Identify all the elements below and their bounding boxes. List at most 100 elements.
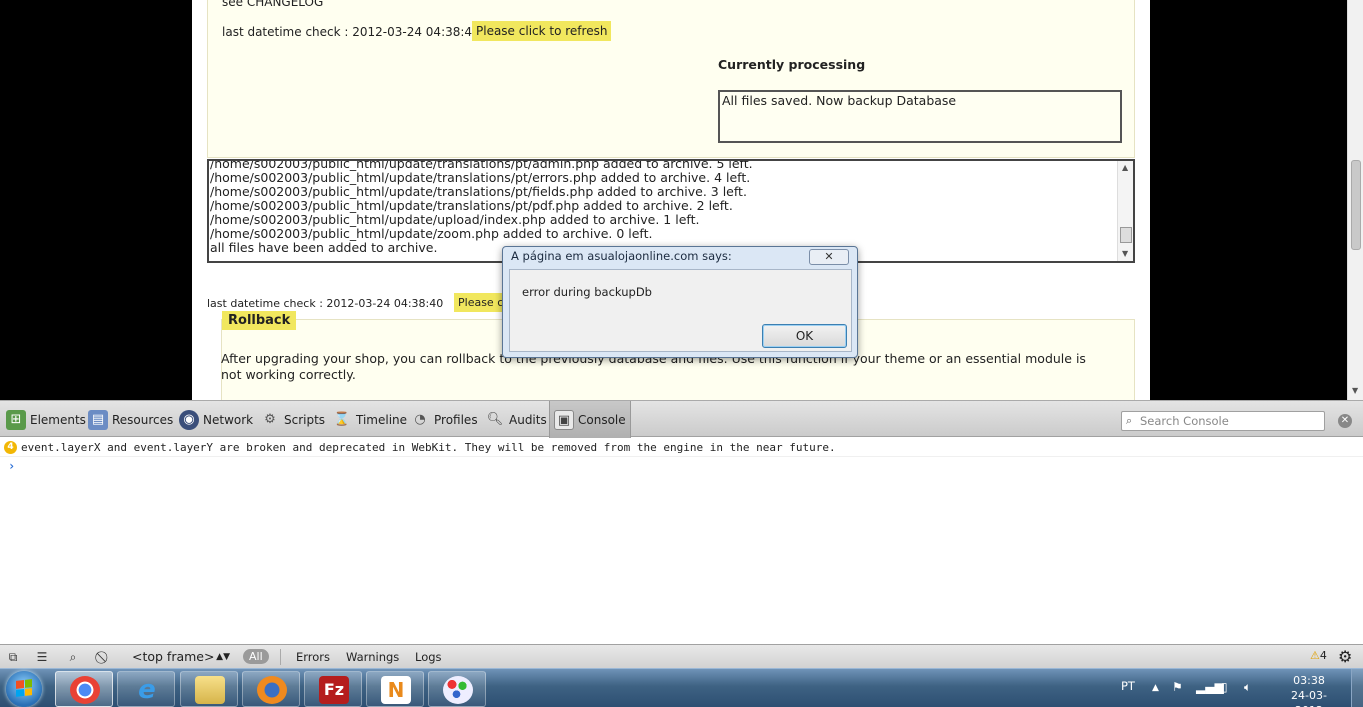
refresh-button[interactable]: Please click to refresh bbox=[472, 21, 612, 41]
dock-toggle-icon[interactable]: ⧉ bbox=[2, 648, 24, 666]
log-line: /home/s002003/public_html/update/transla… bbox=[210, 198, 733, 213]
chrome-icon bbox=[70, 676, 100, 704]
log-lines: /home/s002003/public_html/update/transla… bbox=[210, 161, 753, 255]
frame-selector[interactable]: <top frame> ▲▼ bbox=[124, 648, 234, 666]
clear-console-icon[interactable]: ⃠ bbox=[93, 648, 115, 666]
profiles-icon: ◔ bbox=[414, 411, 426, 427]
log-line: /home/s002003/public_html/update/transla… bbox=[210, 184, 747, 199]
taskbar-filezilla[interactable]: Fz bbox=[304, 671, 362, 707]
warnings-indicator[interactable]: ⚠4 bbox=[1310, 649, 1327, 662]
chevron-updown-icon: ▲▼ bbox=[216, 652, 230, 662]
scroll-down-arrow-icon[interactable]: ▼ bbox=[1352, 386, 1358, 395]
scroll-down-arrow-icon[interactable]: ▼ bbox=[1122, 249, 1128, 258]
tab-profiles[interactable]: ◔ Profiles bbox=[406, 401, 482, 438]
page-scroll-thumb[interactable] bbox=[1351, 160, 1361, 250]
inspect-search-icon[interactable]: ⌕ bbox=[62, 648, 84, 666]
filezilla-icon: Fz bbox=[319, 676, 349, 704]
processing-title: Currently processing bbox=[718, 57, 866, 72]
taskbar-notepad-plus[interactable]: N bbox=[366, 671, 424, 707]
dialog-close-button[interactable]: ✕ bbox=[809, 249, 849, 265]
console-message-row: 4 event.layerX and event.layerY are brok… bbox=[0, 440, 1363, 457]
clock[interactable]: 03:38 24-03-2012 bbox=[1278, 673, 1340, 707]
show-desktop-button[interactable] bbox=[1351, 669, 1363, 707]
flag-icon[interactable]: ⚑ bbox=[1172, 680, 1183, 694]
dialog-title: A página em asualojaonline.com says: bbox=[511, 249, 732, 263]
console-icon: ▣ bbox=[554, 409, 574, 430]
folder-icon bbox=[195, 676, 225, 704]
language-indicator[interactable]: PT bbox=[1121, 679, 1135, 693]
warning-count-badge: 4 bbox=[4, 441, 17, 454]
timeline-icon: ⌛ bbox=[333, 411, 351, 427]
clock-date: 24-03-2012 bbox=[1291, 689, 1327, 707]
devtools-status-bar: ⧉ ☰ ⌕ ⃠ <top frame> ▲▼ All Errors Warnin… bbox=[0, 644, 1363, 668]
filter-logs[interactable]: Logs bbox=[415, 648, 442, 666]
devtools-panel: ⊞ Elements ▤ Resources ◉ Network ⚙ Scrip… bbox=[0, 400, 1363, 668]
log-line: /home/s002003/public_html/update/transla… bbox=[210, 170, 751, 185]
alert-dialog: A página em asualojaonline.com says: ✕ e… bbox=[502, 246, 858, 358]
notepad-plus-icon: N bbox=[381, 676, 411, 704]
dialog-message: error during backupDb bbox=[522, 285, 652, 299]
tab-label: Timeline bbox=[356, 412, 408, 427]
console-message: event.layerX and event.layerY are broken… bbox=[21, 441, 836, 454]
taskbar-paint[interactable] bbox=[428, 671, 486, 707]
tab-label: Profiles bbox=[434, 412, 478, 427]
tab-scripts[interactable]: ⚙ Scripts bbox=[256, 401, 329, 438]
see-changelog-text: see CHANGELOG bbox=[222, 0, 324, 9]
volume-icon[interactable]: 🔈︎ bbox=[1244, 680, 1251, 695]
ok-button[interactable]: OK bbox=[762, 324, 847, 348]
start-button[interactable] bbox=[6, 671, 42, 707]
page-scrollbar[interactable]: ▼ bbox=[1347, 0, 1363, 400]
elements-icon: ⊞ bbox=[6, 409, 26, 430]
windows-taskbar: e Fz N PT ▲ ⚑ ▂▄▆ ▯ 🔈︎ 03:38 24-03-2012 bbox=[0, 668, 1363, 707]
tab-console[interactable]: ▣ Console bbox=[549, 401, 631, 438]
log-line: /home/s002003/public_html/update/zoom.ph… bbox=[210, 226, 653, 241]
log-line: /home/s002003/public_html/update/upload/… bbox=[210, 212, 700, 227]
processing-status-box: All files saved. Now backup Database bbox=[718, 90, 1122, 143]
device-icon[interactable]: ▯ bbox=[1221, 680, 1228, 694]
scroll-up-arrow-icon[interactable]: ▲ bbox=[1122, 163, 1128, 172]
divider bbox=[280, 649, 281, 665]
search-icon: ⌕ bbox=[1126, 414, 1133, 427]
tab-timeline[interactable]: ⌛ Timeline bbox=[328, 401, 411, 438]
taskbar-file-explorer[interactable] bbox=[180, 671, 238, 707]
taskbar-internet-explorer[interactable]: e bbox=[117, 671, 175, 707]
tab-label: Elements bbox=[30, 412, 86, 427]
firefox-icon bbox=[257, 676, 287, 704]
close-devtools-icon[interactable]: ✕ bbox=[1338, 414, 1352, 428]
log-scrollbar[interactable]: ▲ ▼ bbox=[1117, 161, 1133, 261]
audits-icon: 🔍︎ bbox=[486, 411, 504, 427]
tab-label: Resources bbox=[112, 412, 174, 427]
show-hidden-icons-icon[interactable]: ▲ bbox=[1152, 683, 1159, 693]
frame-selector-value: <top frame> bbox=[132, 649, 215, 664]
taskbar-firefox[interactable] bbox=[242, 671, 300, 707]
tab-label: Audits bbox=[509, 412, 547, 427]
console-prompt[interactable]: › bbox=[8, 459, 15, 473]
tab-resources[interactable]: ▤ Resources bbox=[84, 401, 177, 438]
tab-label: Scripts bbox=[284, 412, 326, 427]
rollback-title: Rollback bbox=[222, 311, 297, 330]
dialog-body: error during backupDb OK bbox=[509, 269, 852, 352]
clock-time: 03:38 bbox=[1293, 674, 1325, 687]
tab-label: Console bbox=[578, 412, 626, 427]
taskbar-chrome[interactable] bbox=[55, 671, 113, 707]
warnings-count: 4 bbox=[1319, 649, 1327, 662]
show-drawer-icon[interactable]: ☰ bbox=[31, 648, 53, 666]
warning-icon: ⚠ bbox=[1310, 649, 1320, 662]
network-icon: ◉ bbox=[179, 409, 199, 430]
scroll-thumb[interactable] bbox=[1120, 227, 1132, 243]
filter-all[interactable]: All bbox=[243, 649, 269, 664]
internet-explorer-icon: e bbox=[138, 675, 156, 705]
tab-elements[interactable]: ⊞ Elements bbox=[2, 401, 90, 438]
search-console-input[interactable]: ⌕ Search Console bbox=[1121, 411, 1325, 431]
search-placeholder: Search Console bbox=[1140, 414, 1229, 428]
windows-logo-icon bbox=[16, 679, 32, 697]
resources-icon: ▤ bbox=[88, 409, 108, 430]
filter-errors[interactable]: Errors bbox=[296, 648, 330, 666]
scripts-icon: ⚙ bbox=[264, 411, 276, 427]
settings-gear-icon[interactable]: ⚙ bbox=[1338, 647, 1352, 666]
network-signal-icon[interactable]: ▂▄▆ bbox=[1196, 680, 1224, 694]
filter-warnings[interactable]: Warnings bbox=[346, 648, 399, 666]
tab-audits[interactable]: 🔍︎ Audits bbox=[481, 401, 551, 438]
last-check-text-2: last datetime check : 2012-03-24 04:38:4… bbox=[207, 297, 444, 310]
tab-network[interactable]: ◉ Network bbox=[175, 401, 257, 438]
